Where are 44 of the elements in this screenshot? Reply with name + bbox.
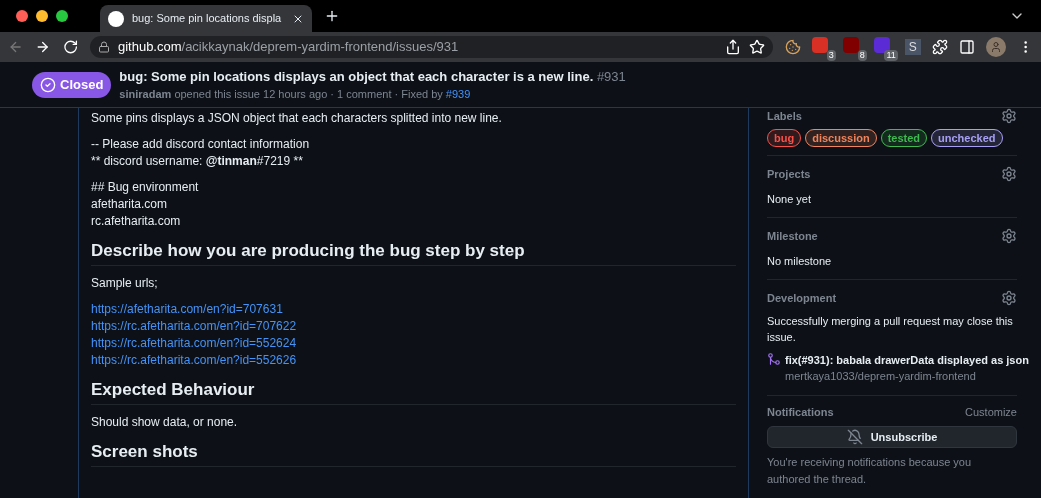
issue-meta: siniradam opened this issue 12 hours ago · 1 comment · Fixed by #939 <box>119 87 472 102</box>
issue-title: bug: Some pin locations displays an object that each character is a new line. #931 <box>119 67 626 86</box>
label-tag[interactable]: unchecked <box>931 128 1003 147</box>
section-heading: Expected Behaviour <box>91 380 736 405</box>
section-value: None yet <box>767 191 813 207</box>
repository-name: mertkaya1033/deprem-yardim-frontend <box>785 369 977 384</box>
section-heading: Describe how you are producing the bug step by step <box>91 241 736 266</box>
extension-badge: 11 <box>884 50 898 61</box>
notification-note: You're receiving notifications because you authored the thread. <box>767 455 973 487</box>
section-heading: Development <box>767 291 837 306</box>
body-text: -- Please add discord contact information <box>91 136 311 153</box>
body-text: afetharita.com <box>91 196 169 213</box>
extension-icon[interactable]: S <box>904 39 921 55</box>
body-text: ** discord username: @tinman#7219 ** <box>91 153 304 170</box>
labels-heading: Labels <box>767 109 802 124</box>
label-tag[interactable]: bug <box>767 128 802 147</box>
pull-request-link[interactable]: #939 <box>445 88 471 100</box>
tab-title: bug: Some pin locations displa <box>132 11 283 27</box>
section-heading: Projects <box>767 167 811 182</box>
label-tag[interactable]: discussion <box>805 128 877 147</box>
label-tag[interactable]: tested <box>880 128 928 147</box>
sample-url-link[interactable]: https://rc.afetharita.com/en?id=707622 <box>91 318 736 335</box>
extension-badge: 8 <box>857 50 867 61</box>
sample-url-link[interactable]: https://rc.afetharita.com/en?id=552626 <box>91 352 736 369</box>
unsubscribe-button[interactable]: Unsubscribe <box>767 426 1017 448</box>
address-bar[interactable]: github.com/acikkaynak/deprem-yardim-frontend/issues/931 <box>89 36 773 58</box>
section-heading: Screen shots <box>91 442 736 467</box>
sample-url-link[interactable]: https://rc.afetharita.com/en?id=552624 <box>91 335 736 352</box>
customize-link[interactable]: Customize <box>965 403 1017 420</box>
body-text: Some pins displays a JSON object that each characters splitted into new line. <box>91 110 503 127</box>
body-text: Should show data, or none. <box>91 414 239 431</box>
section-heading: Notifications <box>767 404 834 420</box>
body-text: Sample urls; <box>91 275 159 292</box>
body-text: rc.afetharita.com <box>91 213 182 230</box>
issue-status-badge: Closed <box>32 71 112 98</box>
pull-request-link[interactable]: fix(#931): babala drawerData displayed as json <box>785 351 1029 368</box>
browser-tab[interactable]: bug: Some pin locations displa <box>100 5 312 32</box>
extension-badge: 3 <box>826 50 836 61</box>
development-note: Successfully merging a pull request may close this issue. <box>767 313 1014 345</box>
section-value: No milestone <box>767 253 833 269</box>
body-text: ## Bug environment <box>91 179 200 196</box>
sample-url-link[interactable]: https://afetharita.com/en?id=707631 <box>91 301 736 318</box>
section-heading: Milestone <box>767 229 818 244</box>
url-text: github.com/acikkaynak/deprem-yardim-frontend/issues/931 <box>117 38 459 57</box>
